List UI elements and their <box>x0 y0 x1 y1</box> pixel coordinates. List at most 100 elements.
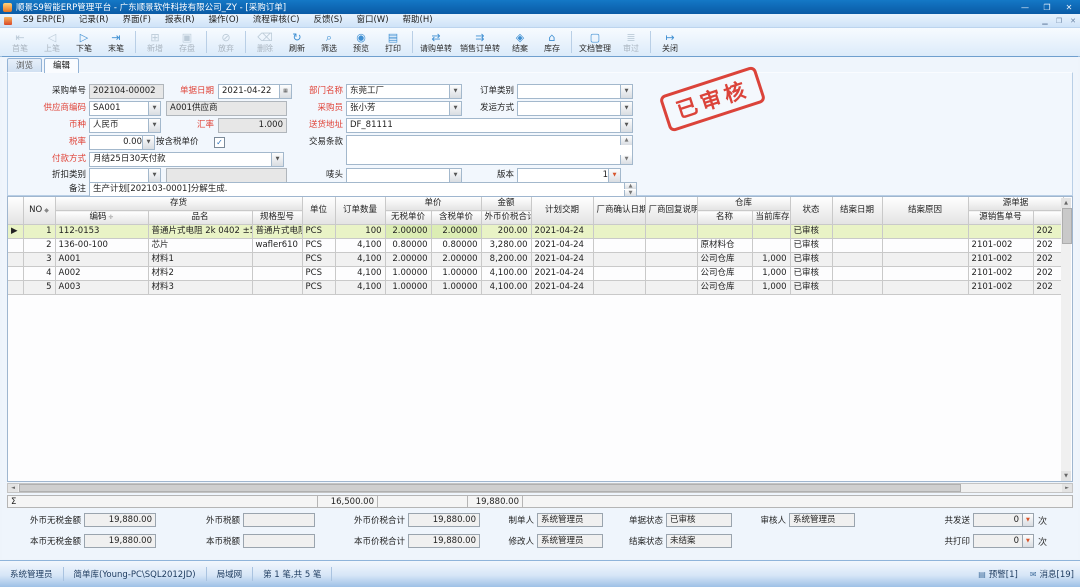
cell[interactable]: 136-00-100 <box>55 239 148 253</box>
cell[interactable]: 已审核 <box>790 225 832 239</box>
row-indicator[interactable] <box>8 253 23 267</box>
cell[interactable] <box>882 225 968 239</box>
cell[interactable]: 4 <box>23 267 55 281</box>
cell[interactable]: 2101-002 <box>968 253 1033 267</box>
filter-button[interactable]: ⌕筛选 <box>313 28 345 56</box>
cell[interactable] <box>252 281 302 295</box>
cell[interactable]: PCS <box>302 267 335 281</box>
cell[interactable]: 4,100 <box>335 239 385 253</box>
row-indicator[interactable] <box>8 239 23 253</box>
tax-rate-field[interactable]: 0.00▼ <box>89 135 155 150</box>
row-indicator[interactable]: ▶ <box>8 225 23 239</box>
cell[interactable]: 4,100.00 <box>481 281 531 295</box>
spinner-icon[interactable]: ▼ <box>608 169 620 182</box>
ship-method-field[interactable]: ▼ <box>517 101 633 116</box>
purchaser-field[interactable]: 张小芳▼ <box>346 101 462 116</box>
cell[interactable]: 202 <box>1033 253 1063 267</box>
status-message[interactable]: 消息[19] <box>1040 568 1074 580</box>
scroll-up-icon[interactable]: ▲ <box>1061 198 1071 208</box>
cell[interactable]: A003 <box>55 281 148 295</box>
tab-edit[interactable]: 编辑 <box>44 58 79 73</box>
chevron-down-icon[interactable]: ▼ <box>148 169 160 182</box>
inventory-button[interactable]: ⌂库存 <box>536 28 568 56</box>
refresh-button[interactable]: ↻刷新 <box>281 28 313 56</box>
scrollbar-thumb[interactable] <box>19 484 961 492</box>
cell[interactable]: 材料2 <box>148 267 252 281</box>
cell[interactable]: 已审核 <box>790 239 832 253</box>
cell[interactable] <box>832 267 882 281</box>
horizontal-scrollbar[interactable]: ◄ ► <box>7 483 1073 493</box>
scroll-right-icon[interactable]: ► <box>1062 484 1072 492</box>
cell[interactable]: 1 <box>23 225 55 239</box>
col-close-date[interactable]: 结案日期 <box>832 197 882 225</box>
menu-operate[interactable]: 操作(O) <box>202 14 246 27</box>
close-button[interactable]: ✕ <box>1058 0 1080 14</box>
minimize-button[interactable]: — <box>1014 0 1036 14</box>
cell[interactable]: 5 <box>23 281 55 295</box>
scroll-down-icon[interactable]: ▼ <box>1061 471 1071 481</box>
col-unit[interactable]: 单位 <box>302 197 335 225</box>
supplier-code-field[interactable]: SA001▼ <box>89 101 161 116</box>
cell[interactable] <box>882 267 968 281</box>
cell[interactable]: 202 <box>1033 267 1063 281</box>
col-price-inc[interactable]: 含税单价 <box>431 211 481 225</box>
cell[interactable] <box>593 239 645 253</box>
cell[interactable] <box>645 281 697 295</box>
next-record-button[interactable]: ▷下笔 <box>68 28 100 56</box>
cell[interactable]: 112-0153 <box>55 225 148 239</box>
cell[interactable]: 1.00000 <box>431 281 481 295</box>
col-close-reason[interactable]: 结案原因 <box>882 197 968 225</box>
mdi-close-button[interactable]: ✕ <box>1066 15 1080 26</box>
cell[interactable]: 普通片式电阻.. <box>252 225 302 239</box>
sales-order-transfer-button[interactable]: ⇉销售订单转 <box>456 28 504 56</box>
cell[interactable]: 已审核 <box>790 267 832 281</box>
cell[interactable]: 0.80000 <box>431 239 481 253</box>
col-no[interactable]: NO◆ <box>23 197 55 225</box>
close-button[interactable]: ↦关闭 <box>654 28 686 56</box>
chevron-down-icon[interactable]: ▼ <box>148 119 160 132</box>
table-row[interactable]: ▶1112-0153普通片式电阻 2k 0402 ±5% 1/16W普通片式电阻… <box>8 225 1063 239</box>
chevron-down-icon[interactable]: ▼ <box>142 136 154 149</box>
cell[interactable]: 公司仓库 <box>697 253 752 267</box>
cell[interactable]: 3 <box>23 253 55 267</box>
table-row[interactable]: 5A003材料3PCS4,1001.000001.000004,100.0020… <box>8 281 1063 295</box>
cell[interactable]: 4,100.00 <box>481 267 531 281</box>
calendar-icon[interactable]: ▦ <box>279 85 291 98</box>
cell[interactable] <box>882 253 968 267</box>
cell[interactable]: 材料1 <box>148 253 252 267</box>
scroll-down-icon[interactable]: ▼ <box>620 155 632 164</box>
menu-flow-audit[interactable]: 流程审核(C) <box>246 14 307 27</box>
cell[interactable]: PCS <box>302 225 335 239</box>
scroll-up-icon[interactable]: ▲ <box>620 136 632 145</box>
menu-feedback[interactable]: 反馈(S) <box>306 14 349 27</box>
scrollbar-thumb[interactable] <box>1062 208 1072 244</box>
delivery-address-field[interactable]: DF_81111▼ <box>346 118 633 133</box>
cell[interactable] <box>697 225 752 239</box>
chevron-down-icon[interactable]: ▼ <box>620 102 632 115</box>
cell[interactable]: 2101-002 <box>968 239 1033 253</box>
table-row[interactable]: 2136-00-100芯片wafler610PCS4,1000.800000.8… <box>8 239 1063 253</box>
req-order-transfer-button[interactable]: ⇄请购单转 <box>416 28 456 56</box>
pin-icon[interactable]: ✛ <box>108 214 113 221</box>
table-row[interactable]: 4A002材料2PCS4,1001.000001.000004,100.0020… <box>8 267 1063 281</box>
cell[interactable]: 1.00000 <box>385 267 431 281</box>
cell[interactable] <box>593 225 645 239</box>
cell[interactable] <box>252 253 302 267</box>
spinner-icon[interactable]: ▼ <box>1023 534 1034 548</box>
spinner-icon[interactable]: ▼ <box>1023 513 1034 527</box>
row-indicator[interactable] <box>8 281 23 295</box>
table-row[interactable]: 3A001材料1PCS4,1002.000002.000008,200.0020… <box>8 253 1063 267</box>
cell[interactable]: 4,100 <box>335 281 385 295</box>
col-wh-stock[interactable]: 当前库存 <box>752 211 790 225</box>
mark-head-field[interactable]: ▼ <box>346 168 462 183</box>
row-indicator[interactable] <box>8 267 23 281</box>
cell[interactable]: 1.00000 <box>385 281 431 295</box>
cell[interactable]: 原材料仓 <box>697 239 752 253</box>
cell[interactable]: 2101-002 <box>968 281 1033 295</box>
cell[interactable]: 3,280.00 <box>481 239 531 253</box>
last-record-button[interactable]: ⇥末笔 <box>100 28 132 56</box>
col-due-date[interactable]: 计划交期 <box>531 197 593 225</box>
status-alert[interactable]: 预警[1] <box>989 568 1030 580</box>
cell[interactable] <box>593 281 645 295</box>
col-wh-name[interactable]: 名称 <box>697 211 752 225</box>
